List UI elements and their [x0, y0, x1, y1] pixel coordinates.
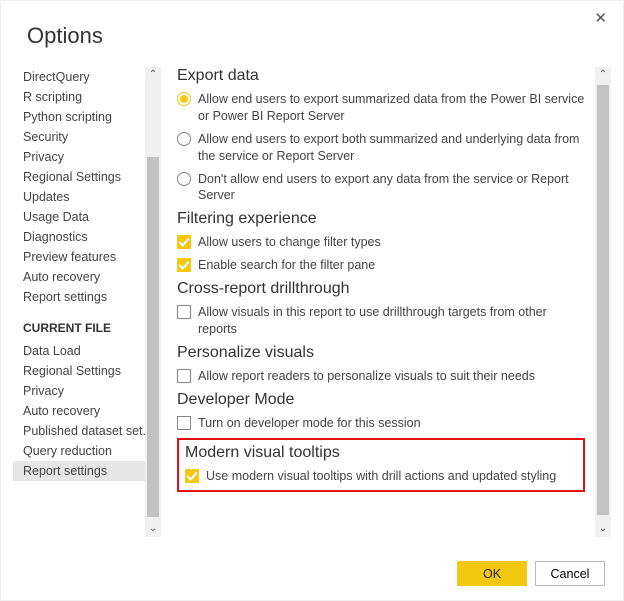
check-row-devmode[interactable]: Turn on developer mode for this session	[177, 415, 585, 432]
content-panel: Export data Allow end users to export su…	[177, 67, 611, 537]
sidebar-item-auto-recovery-global[interactable]: Auto recovery	[13, 267, 145, 287]
checkbox-filter-types[interactable]	[177, 235, 191, 249]
cancel-button[interactable]: Cancel	[535, 561, 605, 586]
sidebar-item-data-load[interactable]: Data Load	[13, 341, 145, 361]
sidebar-item-diagnostics[interactable]: Diagnostics	[13, 227, 145, 247]
ok-button[interactable]: OK	[457, 561, 527, 586]
section-title-tooltips: Modern visual tooltips	[185, 444, 577, 462]
sidebar-item-auto-recovery-file[interactable]: Auto recovery	[13, 401, 145, 421]
options-dialog: ✕ Options DirectQuery R scripting Python…	[0, 0, 624, 601]
sidebar-item-regional-global[interactable]: Regional Settings	[13, 167, 145, 187]
sidebar-list: DirectQuery R scripting Python scripting…	[13, 67, 145, 481]
radio-row-export-1[interactable]: Allow end users to export summarized dat…	[177, 91, 585, 125]
sidebar-item-python-scripting[interactable]: Python scripting	[13, 107, 145, 127]
sidebar-scroll: DirectQuery R scripting Python scripting…	[13, 67, 145, 537]
checkbox-label: Turn on developer mode for this session	[198, 415, 585, 432]
sidebar: DirectQuery R scripting Python scripting…	[13, 67, 163, 537]
chevron-up-icon[interactable]: ⌃	[145, 67, 161, 83]
checkbox-crossreport[interactable]	[177, 305, 191, 319]
radio-label: Allow end users to export summarized dat…	[198, 91, 585, 125]
sidebar-item-privacy-file[interactable]: Privacy	[13, 381, 145, 401]
sidebar-scrollbar-thumb[interactable]	[147, 157, 159, 517]
dialog-body: DirectQuery R scripting Python scripting…	[13, 67, 611, 537]
sidebar-section-current-file: CURRENT FILE	[13, 307, 145, 341]
checkbox-label: Use modern visual tooltips with drill ac…	[206, 468, 577, 485]
section-title-devmode: Developer Mode	[177, 391, 585, 409]
check-row-personalize[interactable]: Allow report readers to personalize visu…	[177, 368, 585, 385]
sidebar-item-privacy-global[interactable]: Privacy	[13, 147, 145, 167]
radio-export-summarized[interactable]	[177, 92, 191, 106]
checkbox-filter-search[interactable]	[177, 258, 191, 272]
check-row-filter-search[interactable]: Enable search for the filter pane	[177, 257, 585, 274]
check-row-tooltips[interactable]: Use modern visual tooltips with drill ac…	[185, 468, 577, 485]
chevron-down-icon[interactable]: ⌄	[145, 521, 161, 537]
checkbox-label: Allow users to change filter types	[198, 234, 585, 251]
sidebar-item-usage-data[interactable]: Usage Data	[13, 207, 145, 227]
checkbox-tooltips[interactable]	[185, 469, 199, 483]
checkbox-label: Allow report readers to personalize visu…	[198, 368, 585, 385]
radio-export-both[interactable]	[177, 132, 191, 146]
dialog-footer: OK Cancel	[457, 561, 605, 586]
dialog-title: Options	[27, 23, 611, 49]
section-title-personalize: Personalize visuals	[177, 344, 585, 362]
section-title-filtering: Filtering experience	[177, 210, 585, 228]
sidebar-item-report-settings-file[interactable]: Report settings	[13, 461, 145, 481]
checkbox-personalize[interactable]	[177, 369, 191, 383]
radio-label: Allow end users to export both summarize…	[198, 131, 585, 165]
sidebar-item-updates[interactable]: Updates	[13, 187, 145, 207]
highlight-box-tooltips: Modern visual tooltips Use modern visual…	[177, 438, 585, 493]
sidebar-item-preview-features[interactable]: Preview features	[13, 247, 145, 267]
sidebar-item-r-scripting[interactable]: R scripting	[13, 87, 145, 107]
sidebar-item-published-dataset[interactable]: Published dataset set...	[13, 421, 145, 441]
radio-label: Don't allow end users to export any data…	[198, 171, 585, 205]
close-icon[interactable]: ✕	[594, 11, 607, 26]
sidebar-scrollbar[interactable]: ⌃ ⌄	[145, 67, 161, 537]
radio-export-none[interactable]	[177, 172, 191, 186]
sidebar-item-directquery[interactable]: DirectQuery	[13, 67, 145, 87]
section-title-export: Export data	[177, 67, 585, 85]
sidebar-item-report-settings-global[interactable]: Report settings	[13, 287, 145, 307]
content-scrollbar[interactable]: ⌃ ⌄	[595, 67, 611, 537]
section-title-crossreport: Cross-report drillthrough	[177, 280, 585, 298]
checkbox-label: Allow visuals in this report to use dril…	[198, 304, 585, 338]
content-scrollbar-thumb[interactable]	[597, 85, 609, 515]
checkbox-label: Enable search for the filter pane	[198, 257, 585, 274]
check-row-filter-types[interactable]: Allow users to change filter types	[177, 234, 585, 251]
checkbox-devmode[interactable]	[177, 416, 191, 430]
sidebar-item-security[interactable]: Security	[13, 127, 145, 147]
check-row-crossreport[interactable]: Allow visuals in this report to use dril…	[177, 304, 585, 338]
radio-row-export-2[interactable]: Allow end users to export both summarize…	[177, 131, 585, 165]
chevron-down-icon[interactable]: ⌄	[595, 521, 611, 537]
content-scroll: Export data Allow end users to export su…	[177, 67, 591, 537]
sidebar-item-regional-file[interactable]: Regional Settings	[13, 361, 145, 381]
radio-row-export-3[interactable]: Don't allow end users to export any data…	[177, 171, 585, 205]
chevron-up-icon[interactable]: ⌃	[595, 67, 611, 83]
sidebar-item-query-reduction[interactable]: Query reduction	[13, 441, 145, 461]
